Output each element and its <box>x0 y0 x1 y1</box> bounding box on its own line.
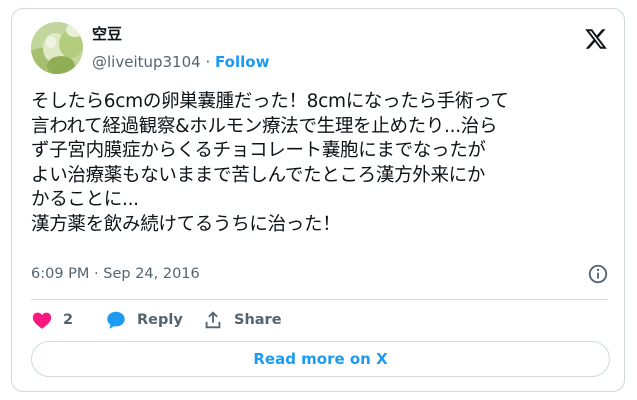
reply-button[interactable]: Reply <box>105 308 183 332</box>
read-more-button[interactable]: Read more on X <box>31 341 610 377</box>
tweet-text-line: ず子宮内膜症からくるチョコレート嚢胞にまでなったが <box>31 140 486 162</box>
reply-label: Reply <box>137 312 183 328</box>
tweet-timestamp[interactable]: 6:09 PM · Sep 24, 2016 <box>31 264 200 284</box>
share-upload-icon <box>205 311 221 329</box>
avatar-image <box>31 22 83 74</box>
like-button[interactable]: 2 <box>31 308 73 332</box>
tweet-text: そしたら6cmの卵巣嚢腫だった！8cmになったら手術って 言われて経過観察&ホル… <box>31 90 611 238</box>
author-handle[interactable]: @liveitup3104 <box>92 53 201 71</box>
tweet-card: 空豆 @liveitup3104 · Follow そしたら6cmの卵巣嚢腫だっ… <box>11 8 625 392</box>
follow-button[interactable]: Follow <box>215 53 269 71</box>
avatar[interactable] <box>31 22 83 74</box>
tweet-text-line: そしたら6cmの卵巣嚢腫だった！8cmになったら手術って <box>31 91 509 112</box>
info-icon[interactable] <box>587 263 609 285</box>
share-button[interactable]: Share <box>202 308 282 332</box>
x-logo-icon[interactable] <box>584 27 608 51</box>
handle-separator: · <box>205 53 211 71</box>
tweet-text-line: 漢方薬を飲み続けてるうちに治った！ <box>31 213 341 235</box>
tweet-text-line: かることに... <box>31 189 139 211</box>
speech-bubble-icon <box>107 311 125 329</box>
share-label: Share <box>234 312 282 328</box>
like-count: 2 <box>63 312 74 328</box>
tweet-text-line: 言われて経過観察&ホルモン療法で生理を止めたり...治ら <box>31 115 498 137</box>
tweet-text-line: よい治療薬もないままで苦しんでたところ漢方外来にか <box>31 164 486 186</box>
divider <box>31 299 608 300</box>
author-handle-row: @liveitup3104 · Follow <box>92 52 269 72</box>
author-display-name[interactable]: 空豆 <box>92 24 122 44</box>
heart-icon <box>32 312 52 329</box>
